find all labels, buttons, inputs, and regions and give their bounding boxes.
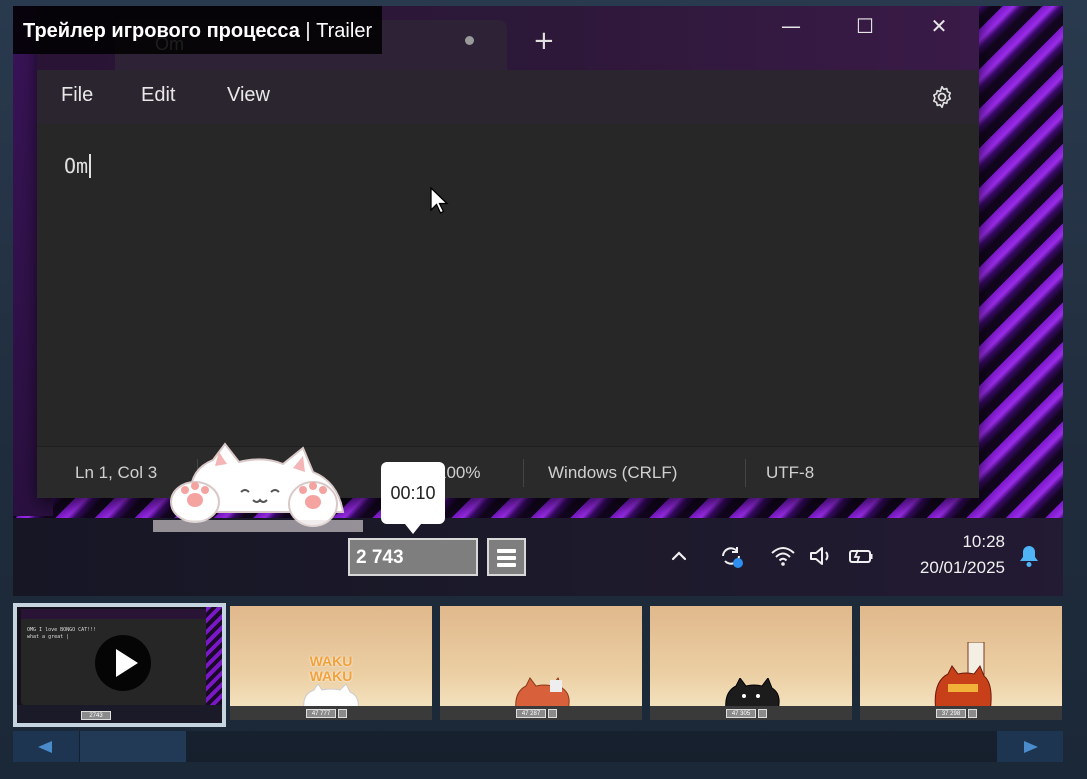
video-type: Trailer — [316, 20, 373, 42]
thumbnail-counter: 47 305 — [726, 709, 756, 718]
red-panda-cat-icon — [515, 676, 570, 710]
thumbnail-screenshot-1[interactable]: WAKU WAKU 47 777 — [230, 606, 432, 720]
unsaved-dot-icon — [465, 36, 474, 45]
timestamp-tooltip: 00:10 — [381, 462, 445, 534]
thumbnail-text-2: what a great | — [27, 634, 70, 640]
minimize-button[interactable]: — — [771, 14, 811, 38]
editor-area[interactable]: Om — [37, 124, 979, 446]
scrollbar-thumb[interactable] — [80, 731, 186, 762]
waku-waku-art: WAKU WAKU — [309, 653, 353, 684]
thumbnail-text-1: OMG I love BONGO CAT!!! — [27, 627, 97, 633]
thumbnail-video[interactable]: OMG I love BONGO CAT!!! what a great | 2… — [13, 603, 226, 727]
thumbnail-menu-icon — [338, 709, 347, 718]
video-player[interactable]: Om + — ☐ ✕ File Edit View Om Ln 1, Col 3 — [13, 6, 1063, 596]
thumbnail-screenshot-3[interactable]: 47 305 — [650, 606, 852, 720]
status-position: Ln 1, Col 3 — [75, 463, 158, 482]
bongo-cat — [153, 442, 363, 532]
editor-text[interactable]: Om — [64, 154, 92, 178]
scroll-left-button[interactable] — [13, 731, 79, 762]
thumbnail-counter: 37 298 — [936, 709, 966, 718]
sync-icon[interactable] — [717, 542, 745, 570]
thumbnail-menu-icon — [758, 709, 767, 718]
status-encoding[interactable]: UTF-8 — [766, 463, 814, 483]
maximize-button[interactable]: ☐ — [845, 14, 885, 38]
thumbnail-screenshot-2[interactable]: 47 287 — [440, 606, 642, 720]
video-title-text: Трейлер игрового процесса — [23, 20, 300, 42]
menu-file[interactable]: File — [61, 84, 93, 107]
bell-icon[interactable] — [1015, 542, 1043, 570]
menu-view[interactable]: View — [227, 84, 270, 107]
gear-icon[interactable] — [929, 84, 955, 110]
notepad-window: Om + — ☐ ✕ File Edit View Om Ln 1, Col 3 — [37, 6, 979, 498]
status-line-endings[interactable]: Windows (CRLF) — [548, 463, 677, 483]
menu-edit[interactable]: Edit — [141, 84, 175, 107]
clock-time[interactable]: 10:28 — [929, 532, 1005, 552]
thumbnail-screenshot-4[interactable]: 37 298 — [860, 606, 1062, 720]
bongo-counter: 2 743 — [348, 538, 478, 576]
mouse-cursor-icon — [430, 186, 449, 214]
samurai-cat-icon — [934, 642, 992, 712]
hamburger-menu-icon[interactable] — [487, 538, 526, 576]
title-separator: | — [299, 20, 317, 42]
notepad-menubar: File Edit View — [37, 70, 979, 124]
video-title: Трейлер игрового процесса | Trailer — [13, 6, 383, 54]
thumbnail-counter: 2743 — [81, 711, 111, 720]
status-divider — [745, 459, 746, 487]
thumbnail-counter: 47 287 — [516, 709, 546, 718]
thumbnail-wallpaper — [206, 607, 222, 707]
add-tab-button[interactable]: + — [533, 28, 555, 54]
volume-icon[interactable] — [807, 542, 835, 570]
battery-icon[interactable] — [847, 542, 875, 570]
thumbnail-counter: 47 777 — [306, 709, 336, 718]
thumbnail-menu-icon — [968, 709, 977, 718]
status-divider — [523, 459, 524, 487]
thumbnail-taskbar — [17, 705, 222, 723]
wifi-icon[interactable] — [769, 542, 797, 570]
play-icon[interactable] — [95, 635, 151, 691]
thumbnail-menu-icon — [548, 709, 557, 718]
scroll-right-button[interactable] — [997, 731, 1063, 762]
close-button[interactable]: ✕ — [919, 14, 959, 38]
clock-date[interactable]: 20/01/2025 — [893, 558, 1005, 578]
chevron-up-icon[interactable] — [665, 542, 693, 570]
